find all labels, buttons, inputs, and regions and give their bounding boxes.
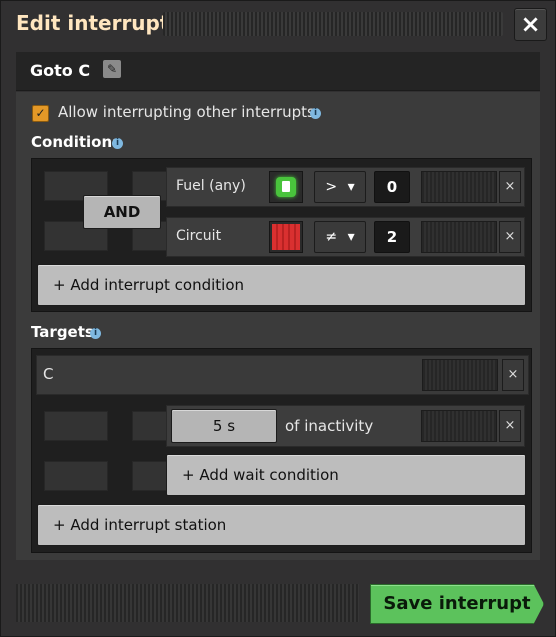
allow-interrupting-checkbox[interactable]: ✓ xyxy=(32,105,49,122)
info-icon: i xyxy=(310,108,321,119)
interrupt-name: Goto C xyxy=(30,61,91,80)
targets-panel: C × 5 s of inactivity × + Add wait condi… xyxy=(31,348,532,553)
condition-value[interactable]: 2 xyxy=(374,221,410,253)
chevron-down-icon: ▾ xyxy=(347,179,355,195)
empty-slot xyxy=(132,411,168,441)
info-icon: i xyxy=(90,328,101,339)
drag-handle[interactable] xyxy=(163,12,503,36)
red-signal-icon xyxy=(272,224,300,250)
empty-slot xyxy=(44,461,108,491)
empty-slot xyxy=(132,461,168,491)
empty-slot xyxy=(422,359,498,391)
operator-dropdown[interactable]: ≠ ▾ xyxy=(314,221,366,253)
remove-station-button[interactable]: × xyxy=(502,359,524,391)
empty-slot xyxy=(421,221,497,253)
remove-condition-button[interactable]: × xyxy=(499,171,521,203)
save-interrupt-button[interactable]: Save interrupt xyxy=(370,584,544,624)
condition-label: Circuit xyxy=(176,228,222,244)
signal-slot[interactable] xyxy=(269,221,303,253)
close-button[interactable]: × xyxy=(514,8,547,41)
wait-time-button[interactable]: 5 s xyxy=(171,409,277,443)
add-wait-condition-button[interactable]: + Add wait condition xyxy=(166,454,526,496)
condition-value[interactable]: 0 xyxy=(374,171,410,203)
edit-name-button[interactable]: ✎ xyxy=(103,60,121,78)
remove-condition-button[interactable]: × xyxy=(499,221,521,253)
condition-row[interactable]: Fuel (any) > ▾ 0 × xyxy=(166,167,525,207)
empty-slot xyxy=(421,410,497,442)
interrupt-name-bar: Goto C ✎ xyxy=(16,52,540,91)
info-icon: i xyxy=(112,138,123,149)
pencil-icon: ✎ xyxy=(106,62,118,76)
conditions-title: Conditions xyxy=(31,133,122,151)
add-interrupt-condition-button[interactable]: + Add interrupt condition xyxy=(37,264,526,306)
operator-dropdown[interactable]: > ▾ xyxy=(314,171,366,203)
chevron-down-icon: ▾ xyxy=(347,229,355,245)
title-bar[interactable]: Edit interrupt × xyxy=(0,0,556,46)
and-or-toggle-button[interactable]: AND xyxy=(83,195,161,229)
footer-drag-handle[interactable] xyxy=(16,584,359,622)
wait-condition-label: of inactivity xyxy=(285,417,374,435)
allow-interrupting-label: Allow interrupting other interrupts xyxy=(58,103,315,121)
condition-label: Fuel (any) xyxy=(176,178,246,194)
condition-row[interactable]: Circuit ≠ ▾ 2 × xyxy=(166,217,525,257)
remove-wait-condition-button[interactable]: × xyxy=(499,410,521,442)
checkmark-icon: ✓ xyxy=(35,106,46,120)
empty-slot xyxy=(44,411,108,441)
fuel-icon xyxy=(276,177,296,197)
wait-condition-row[interactable]: 5 s of inactivity × xyxy=(166,405,525,447)
window-title: Edit interrupt xyxy=(16,11,170,35)
station-name: C xyxy=(43,365,54,383)
conditions-panel: AND Fuel (any) > ▾ 0 × Circuit ≠ ▾ 2 × +… xyxy=(31,158,532,312)
targets-title: Targets xyxy=(31,323,94,341)
station-row[interactable]: C × xyxy=(36,355,529,395)
edit-interrupt-window: Edit interrupt × Goto C ✎ ✓ Allow interr… xyxy=(0,0,556,637)
add-interrupt-station-button[interactable]: + Add interrupt station xyxy=(37,504,526,546)
signal-slot[interactable] xyxy=(269,171,303,203)
empty-slot xyxy=(421,171,497,203)
